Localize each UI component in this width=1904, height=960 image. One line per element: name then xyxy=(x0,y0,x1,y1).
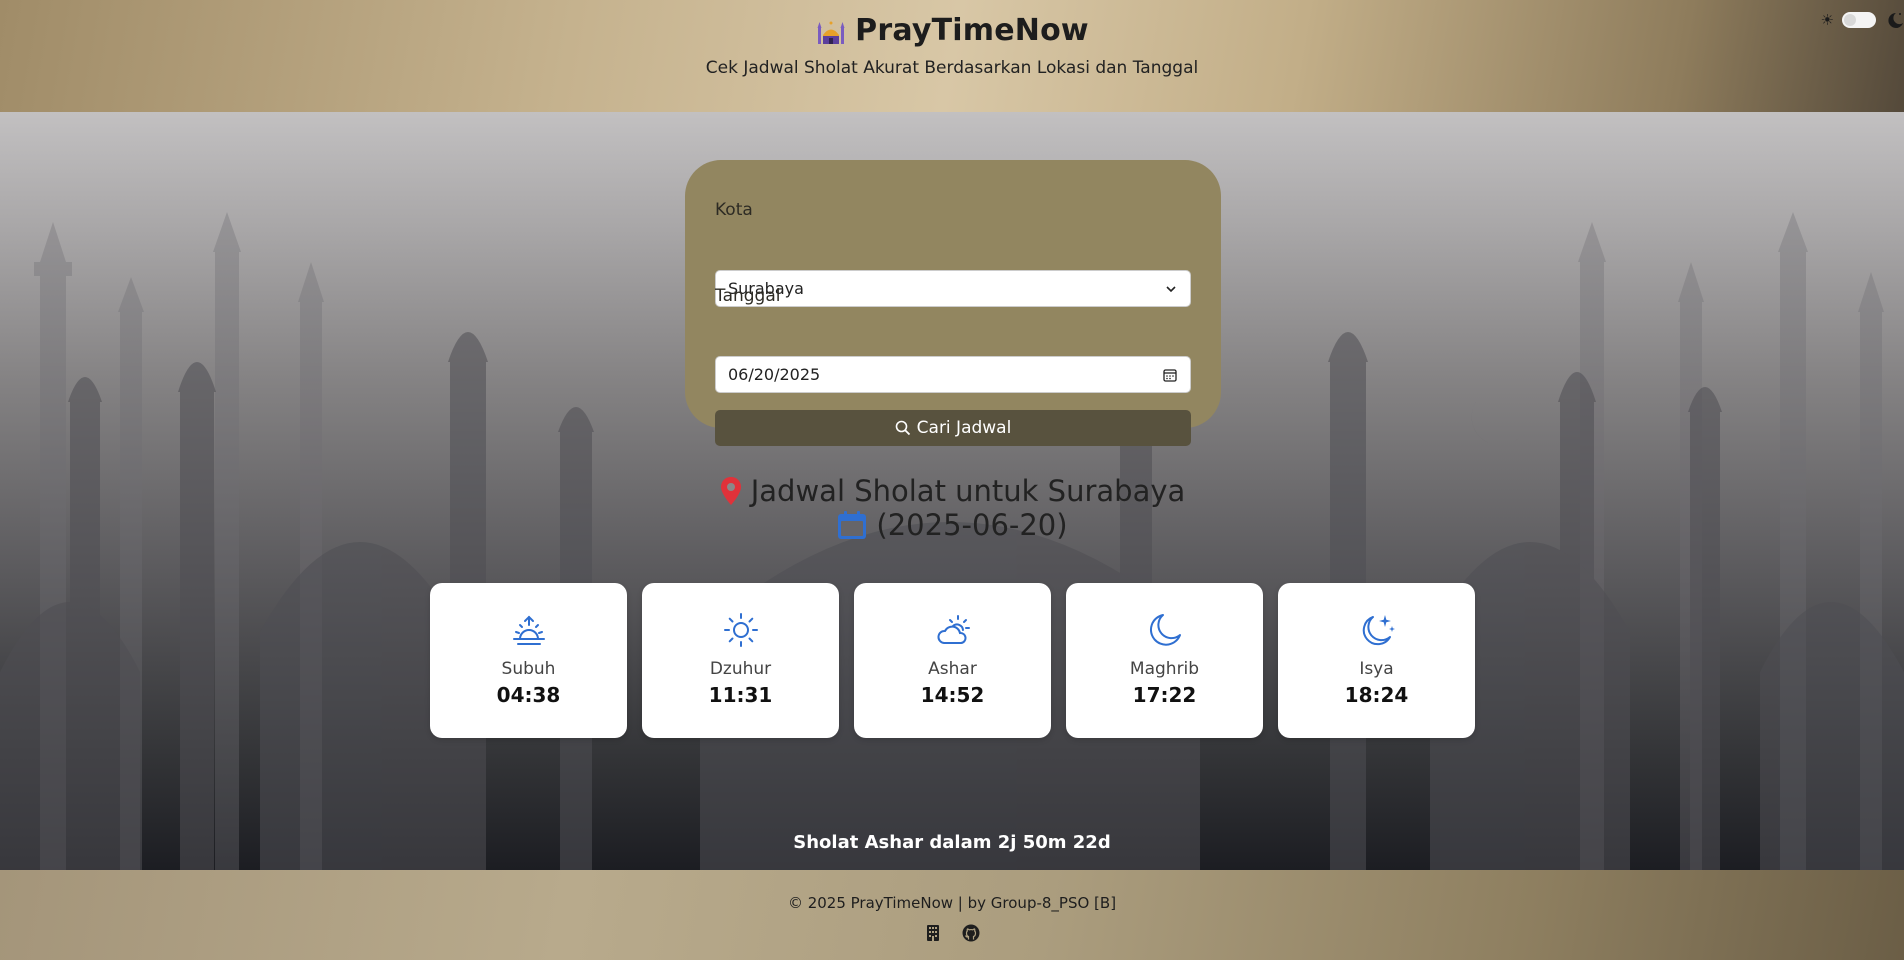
sunrise-icon xyxy=(512,615,545,645)
moon-icon xyxy=(1149,614,1181,646)
prayer-name: Isya xyxy=(1359,659,1394,679)
search-icon xyxy=(895,420,910,436)
calendar-picker-icon[interactable] xyxy=(1162,367,1178,383)
calendar-icon xyxy=(838,511,867,539)
moon-stars-icon xyxy=(1362,615,1395,646)
building-icon[interactable] xyxy=(924,924,942,942)
date-label: Tanggal xyxy=(715,286,781,306)
search-form-card: Kota Surabaya Tanggal 06/20/2025 Cari Ja… xyxy=(685,160,1221,446)
prayer-card-subuh: Subuh 04:38 xyxy=(430,583,627,738)
prayer-name: Dzuhur xyxy=(709,659,772,679)
moon-theme-icon xyxy=(1888,12,1903,28)
prayer-time: 18:24 xyxy=(1344,683,1409,707)
main-area: Kota Surabaya Tanggal 06/20/2025 Cari Ja… xyxy=(0,112,1904,870)
prayer-time: 11:31 xyxy=(708,683,773,707)
prayer-card-isya: Isya 18:24 xyxy=(1278,583,1475,738)
app-subtitle: Cek Jadwal Sholat Akurat Berdasarkan Lok… xyxy=(705,58,1199,78)
cloud-sun-icon xyxy=(937,615,970,644)
prayer-name: Subuh xyxy=(501,659,556,679)
search-button-label: Cari Jadwal xyxy=(916,418,1012,438)
location-pin-icon xyxy=(720,477,741,505)
city-select[interactable]: Surabaya xyxy=(715,270,1191,307)
prayer-name: Ashar xyxy=(928,659,977,679)
prayer-time: 17:22 xyxy=(1132,683,1197,707)
mosque-icon xyxy=(817,21,845,44)
chevron-down-icon xyxy=(1166,285,1176,292)
prayer-name: Maghrib xyxy=(1129,659,1200,679)
next-prayer-countdown: Sholat Ashar dalam 2j 50m 22d xyxy=(793,832,1111,853)
prayer-times-list: Subuh 04:38 Dzuhur 11:31 Ashar 14:52 Mag… xyxy=(430,583,1475,738)
city-label: Kota xyxy=(715,200,753,220)
footer-copyright: © 2025 PrayTimeNow | by Group-8_PSO [B] xyxy=(787,894,1117,912)
github-icon[interactable] xyxy=(962,924,980,942)
prayer-card-dzuhur: Dzuhur 11:31 xyxy=(642,583,839,738)
theme-toggle[interactable] xyxy=(1842,12,1876,28)
prayer-time: 14:52 xyxy=(920,683,985,707)
site-header: PrayTimeNow Cek Jadwal Sholat Akurat Ber… xyxy=(0,0,1904,112)
date-input[interactable]: 06/20/2025 xyxy=(715,356,1191,393)
footer-links xyxy=(0,924,1904,942)
schedule-heading: Jadwal Sholat untuk Surabaya (2025-06-20… xyxy=(0,474,1904,542)
app-title: PrayTimeNow xyxy=(855,13,1089,48)
schedule-heading-date: (2025-06-20) xyxy=(876,508,1068,542)
site-footer: © 2025 PrayTimeNow | by Group-8_PSO [B] xyxy=(0,870,1904,960)
sun-icon xyxy=(723,613,758,647)
prayer-time: 04:38 xyxy=(496,683,561,707)
sun-theme-icon: ☀ xyxy=(1820,11,1834,29)
theme-switcher: ☀ xyxy=(1821,10,1904,30)
prayer-card-maghrib: Maghrib 17:22 xyxy=(1066,583,1263,738)
date-input-value: 06/20/2025 xyxy=(728,365,821,384)
search-schedule-button[interactable]: Cari Jadwal xyxy=(715,410,1191,446)
schedule-heading-city: Jadwal Sholat untuk Surabaya xyxy=(750,474,1186,508)
prayer-card-ashar: Ashar 14:52 xyxy=(854,583,1051,738)
brand: PrayTimeNow xyxy=(0,13,1904,48)
